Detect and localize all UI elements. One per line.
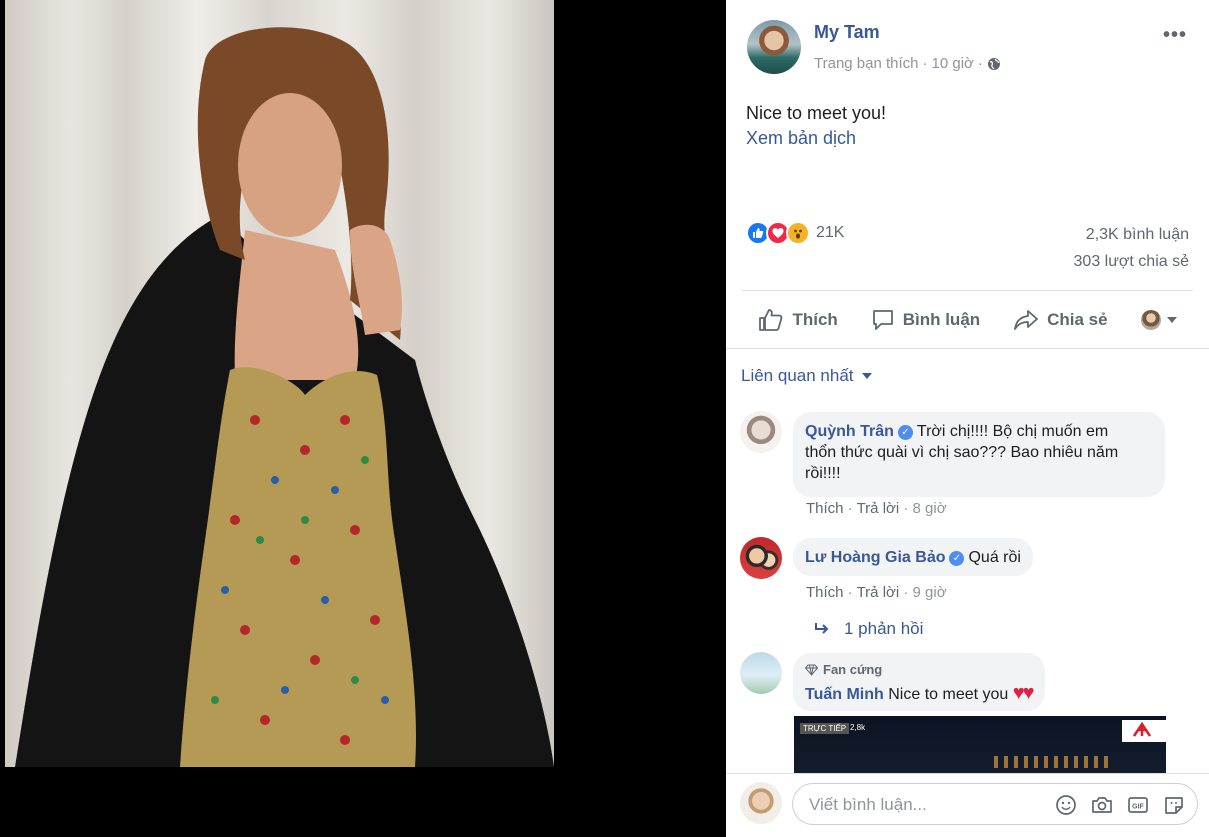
comment-input-placeholder: Viết bình luận... [809, 795, 927, 814]
commenter-avatar[interactable] [740, 537, 782, 579]
comment-bubble: Quỳnh Trân ✓ Trời chị!!!! Bộ chị muốn em t… [793, 412, 1165, 497]
view-replies-link[interactable]: 1 phản hồi [814, 619, 923, 639]
comment-text: Trời chị!!!! Bộ chị muốn em [916, 423, 1109, 440]
reactions-summary[interactable]: 21K [746, 221, 844, 245]
share-icon [1014, 310, 1038, 330]
comment-icon [872, 310, 893, 330]
live-badge: TRỰC TIẾP [800, 723, 850, 734]
comment-like-link[interactable]: Thích [806, 500, 844, 517]
author-avatar[interactable] [747, 20, 801, 74]
comment-reply-link[interactable]: Trả lời [857, 500, 900, 517]
thumbs-up-icon [759, 309, 783, 331]
svg-text:GIF: GIF [1132, 804, 1144, 811]
comment-input[interactable]: Viết bình luận... GIF [792, 783, 1198, 825]
comment-reply-link[interactable]: Trả lời [857, 584, 900, 601]
commenter-name[interactable]: Lư Hoàng Gia Bảo [805, 549, 945, 566]
like-button[interactable]: Thích [758, 308, 838, 332]
photo-illustration [15, 27, 554, 767]
commenter-name[interactable]: Tuấn Minh [805, 686, 884, 703]
verified-badge-icon: ✓ [897, 425, 913, 440]
sort-label: Liên quan nhất [741, 366, 854, 385]
see-translation-link[interactable]: Xem bản dịch [746, 128, 856, 149]
comment-time[interactable]: 9 giờ [913, 584, 947, 601]
reaction-count: 21K [816, 224, 845, 241]
comment-meta: Thích · Trả lời · 8 giờ [806, 500, 947, 517]
comment-bubble: Fan cứng Tuấn Minh Nice to meet you ♥♥ [793, 653, 1045, 711]
photo-viewer [0, 0, 726, 837]
globe-icon [987, 57, 1001, 71]
video-lights [994, 756, 1114, 768]
post-time[interactable]: 10 giờ [932, 55, 974, 72]
comment-text: Quá rồi [968, 549, 1021, 566]
chevron-down-icon [1166, 317, 1177, 323]
comment-meta: Thích · Trả lời · 9 giờ [806, 584, 947, 601]
fan-badge-label: Fan cứng [823, 662, 883, 677]
post-text: Nice to meet you! [746, 103, 887, 123]
share-button[interactable]: Chia sẻ [1013, 309, 1108, 331]
comment-button[interactable]: Bình luận [871, 308, 980, 332]
live-viewer-count: 2,8k [850, 723, 866, 732]
emoji-icon[interactable] [1055, 794, 1077, 816]
post-actions: Thích Bình luận Chia sẻ [742, 298, 1193, 342]
comment-composer: Viết bình luận... GIF [726, 773, 1209, 837]
camera-icon[interactable] [1091, 794, 1113, 816]
profile-avatar-icon [1140, 310, 1161, 330]
post-panel: My Tam Trang bạn thích · 10 giờ · ••• Ni… [726, 0, 1209, 837]
video-logo [1122, 720, 1166, 742]
comment-count[interactable]: 2,3K bình luận [1086, 226, 1189, 244]
wow-reaction-icon [786, 221, 810, 245]
author-name[interactable]: My Tam [814, 22, 880, 43]
comment-time[interactable]: 8 giờ [913, 500, 947, 517]
comment-video-preview[interactable]: TRỰC TIẾP 2,8k [794, 716, 1166, 773]
commenter-avatar[interactable] [740, 652, 782, 694]
comments-section: Liên quan nhất Quỳnh Trân ✓ Trời chị!!!! B… [726, 348, 1209, 773]
top-fan-badge: Fan cứng [805, 659, 1033, 680]
chevron-down-icon [861, 373, 872, 379]
meta-separator: · [977, 55, 983, 72]
commenter-name[interactable]: Quỳnh Trân [805, 423, 894, 440]
replies-count: 1 phản hồi [844, 619, 924, 638]
gif-icon[interactable]: GIF [1127, 794, 1149, 816]
comment-text: Nice to meet you [888, 686, 1009, 703]
like-label: Thích [792, 310, 838, 329]
user-avatar[interactable] [740, 782, 782, 824]
comment-bubble: Lư Hoàng Gia Bảo ✓ Quá rồi [793, 538, 1033, 576]
comment-text: thổn thức quài vì chị sao??? Bao nhiêu n… [805, 444, 1119, 461]
share-count[interactable]: 303 lượt chia sẻ [1074, 253, 1189, 271]
post-meta: Trang bạn thích · 10 giờ · [814, 55, 1001, 72]
post-photo[interactable] [5, 0, 554, 767]
sticker-icon[interactable] [1163, 794, 1185, 816]
audience-label: Trang bạn thích [814, 55, 919, 72]
comment-sort-dropdown[interactable]: Liên quan nhất [741, 366, 872, 386]
comment-like-link[interactable]: Thích [806, 584, 844, 601]
share-label: Chia sẻ [1047, 310, 1108, 329]
more-options-icon[interactable]: ••• [1163, 24, 1187, 47]
post-as-selector[interactable] [1140, 310, 1177, 330]
reply-arrow-icon [815, 623, 829, 634]
comment-label: Bình luận [902, 310, 981, 329]
commenter-avatar[interactable] [740, 411, 782, 453]
comment-text: rồi!!!! [805, 465, 841, 482]
diamond-icon [805, 664, 818, 676]
meta-separator: · [922, 55, 928, 72]
divider [742, 290, 1193, 291]
heart-emoji-icon: ♥♥ [1012, 682, 1035, 704]
verified-badge-icon: ✓ [949, 551, 965, 566]
composer-tools: GIF [1055, 794, 1185, 816]
